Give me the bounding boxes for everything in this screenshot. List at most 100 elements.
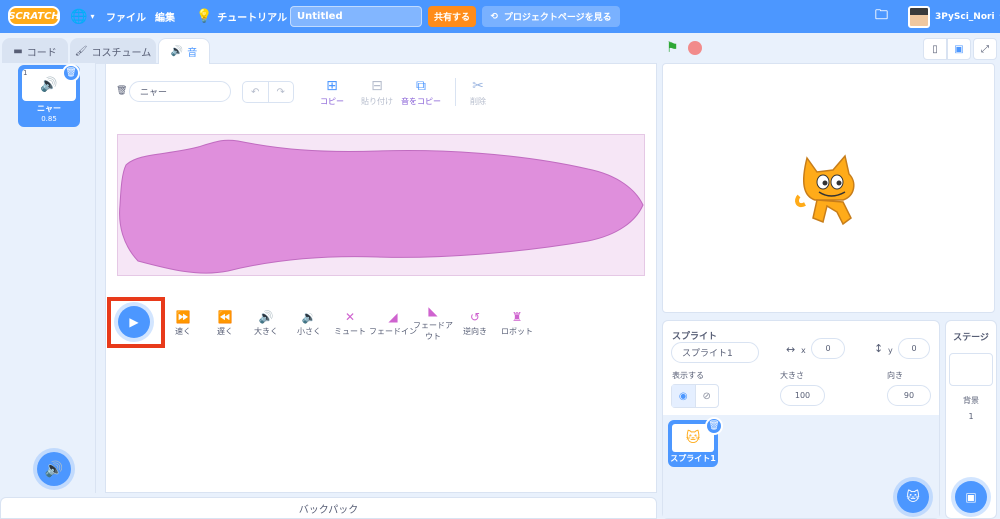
effect-robot-button[interactable]: ♜ ロボット	[494, 310, 540, 337]
size-input[interactable]: 100	[780, 385, 825, 406]
project-title-input[interactable]: Untitled	[290, 6, 422, 27]
effect-label: 小さく	[297, 327, 321, 336]
backdrops-count: 1	[968, 412, 974, 421]
see-project-page-button[interactable]: ⟲ プロジェクトページを見る	[482, 6, 620, 27]
share-button[interactable]: 共有する	[428, 6, 476, 27]
copy-to-new-button[interactable]: ⧉ 音をコピー	[401, 78, 441, 107]
cat-sprite[interactable]	[793, 152, 867, 228]
play-button[interactable]: ▶	[118, 306, 150, 338]
tab-costumes-label: コスチューム	[91, 48, 152, 59]
divider	[455, 78, 456, 106]
direction-input[interactable]: 90	[887, 385, 931, 406]
trash-icon[interactable]: 🗑	[705, 417, 723, 435]
stage-title: ステージ	[953, 333, 989, 343]
eye-hidden-icon[interactable]: ⊘	[696, 385, 719, 407]
reverse-icon: ↺	[469, 310, 481, 324]
effect-label: 速く	[175, 327, 191, 336]
menu-bar: SCRATCH 🌐 ▾ ファイル 編集 💡 チュートリアル Untitled 共…	[0, 0, 1000, 33]
fullscreen-icon[interactable]: ⤢	[973, 38, 997, 60]
edit-menu[interactable]: 編集	[155, 0, 175, 33]
copy-button[interactable]: ⊞ コピー	[312, 78, 352, 107]
file-menu[interactable]: ファイル	[106, 0, 146, 33]
effect-slower-button[interactable]: ⏪ 遅く	[202, 310, 248, 337]
paste-button[interactable]: ⊟ 貼り付け	[357, 78, 397, 107]
slower-icon: ⏪	[217, 310, 233, 324]
small-stage-icon[interactable]: ▯	[923, 38, 947, 60]
see-project-page-label: プロジェクトページを見る	[503, 13, 612, 23]
tab-sounds[interactable]: 🔊 音	[158, 38, 210, 64]
softer-icon: 🔉	[301, 310, 317, 324]
green-flag-icon[interactable]: ⚑	[666, 40, 679, 56]
effect-label: ロボット	[501, 327, 533, 336]
x-input[interactable]: 0	[811, 338, 845, 359]
tab-code[interactable]: ▬ コード	[2, 38, 68, 64]
vertical-arrows-icon: ↕	[874, 342, 884, 355]
stop-icon[interactable]	[688, 41, 702, 55]
copy-label: コピー	[320, 97, 344, 106]
effect-label: 遅く	[217, 327, 233, 336]
stage-thumbnail[interactable]	[949, 353, 993, 386]
effect-reverse-button[interactable]: ↺ 逆向き	[452, 310, 498, 337]
sprite-name-input[interactable]: スプライト1	[671, 342, 759, 363]
scissors-icon: ✂	[472, 78, 484, 94]
effect-fade-out-button[interactable]: ◣ フェードアウト	[410, 304, 456, 342]
folder-icon[interactable]: 🗀	[875, 0, 888, 33]
delete-button[interactable]: ✂ 削除	[458, 78, 498, 107]
sound-editor	[105, 63, 657, 493]
tutorials-button[interactable]: 💡 チュートリアル	[196, 0, 287, 33]
redo-icon[interactable]: ↷	[269, 82, 294, 102]
robot-icon: ♜	[511, 310, 523, 324]
sprite-label: スプライト	[672, 332, 718, 342]
sound-duration: 0.85	[41, 115, 57, 123]
y-input[interactable]: 0	[898, 338, 930, 359]
add-backdrop-button[interactable]: ▣	[955, 481, 987, 513]
add-sprite-button[interactable]: 🐱	[897, 481, 929, 513]
effect-label: 大きく	[254, 327, 278, 336]
sound-name-input[interactable]: ニャー	[129, 81, 231, 102]
avatar	[908, 5, 930, 28]
sound-index: 1	[23, 69, 28, 77]
effect-label: フェードアウト	[413, 321, 453, 341]
paste-icon: ⊟	[371, 78, 383, 94]
direction-label: 向き	[887, 371, 903, 380]
sound-list-panel	[0, 63, 96, 493]
trash-icon[interactable]: 🗑	[62, 64, 80, 82]
add-sound-button[interactable]: 🔊	[37, 452, 71, 486]
faster-icon: ⏩	[175, 310, 191, 324]
account-menu[interactable]: 3PySci_Nori ▾	[908, 0, 1000, 33]
undo-redo-group: ↶ ↷	[242, 81, 294, 103]
show-label: 表示する	[672, 371, 704, 380]
louder-icon: 🔊	[258, 310, 274, 324]
backdrops-label: 背景	[963, 396, 979, 405]
lightbulb-icon: 💡	[196, 9, 213, 24]
stage[interactable]	[662, 63, 995, 313]
sprite-tile-name: スプライト1	[670, 454, 716, 463]
undo-icon[interactable]: ↶	[243, 82, 269, 102]
sound-name-icon: 🗑	[116, 86, 128, 96]
effect-louder-button[interactable]: 🔊 大きく	[243, 310, 289, 337]
effect-label: 逆向き	[463, 327, 487, 336]
sound-name: ニャー	[37, 104, 61, 113]
tab-costumes[interactable]: 🖌 コスチューム	[70, 38, 156, 64]
effect-label: ミュート	[334, 327, 366, 336]
tab-sounds-label: 音	[187, 48, 198, 59]
backpack[interactable]: バックパック	[0, 497, 657, 519]
scratch-logo[interactable]: SCRATCH	[8, 6, 60, 26]
speaker-icon: 🔊	[170, 46, 184, 57]
large-stage-icon[interactable]: ▣	[947, 38, 971, 60]
refresh-icon: ⟲	[490, 11, 498, 22]
globe-icon: 🌐	[70, 8, 88, 25]
effect-softer-button[interactable]: 🔉 小さく	[286, 310, 332, 337]
add-sound-icon: 🔊	[44, 460, 64, 478]
visibility-toggle: ◉ ⊘	[671, 384, 719, 408]
tab-code-label: コード	[26, 48, 57, 59]
effect-mute-button[interactable]: ✕ ミュート	[327, 310, 373, 337]
eye-icon[interactable]: ◉	[672, 385, 696, 407]
language-menu[interactable]: 🌐 ▾	[70, 0, 94, 33]
waveform-area[interactable]	[117, 134, 645, 276]
waveform	[119, 139, 644, 274]
copy-to-new-label: 音をコピー	[401, 97, 441, 106]
chevron-down-icon: ▾	[90, 12, 95, 21]
effect-faster-button[interactable]: ⏩ 速く	[160, 310, 206, 337]
tutorials-label: チュートリアル	[217, 13, 288, 24]
